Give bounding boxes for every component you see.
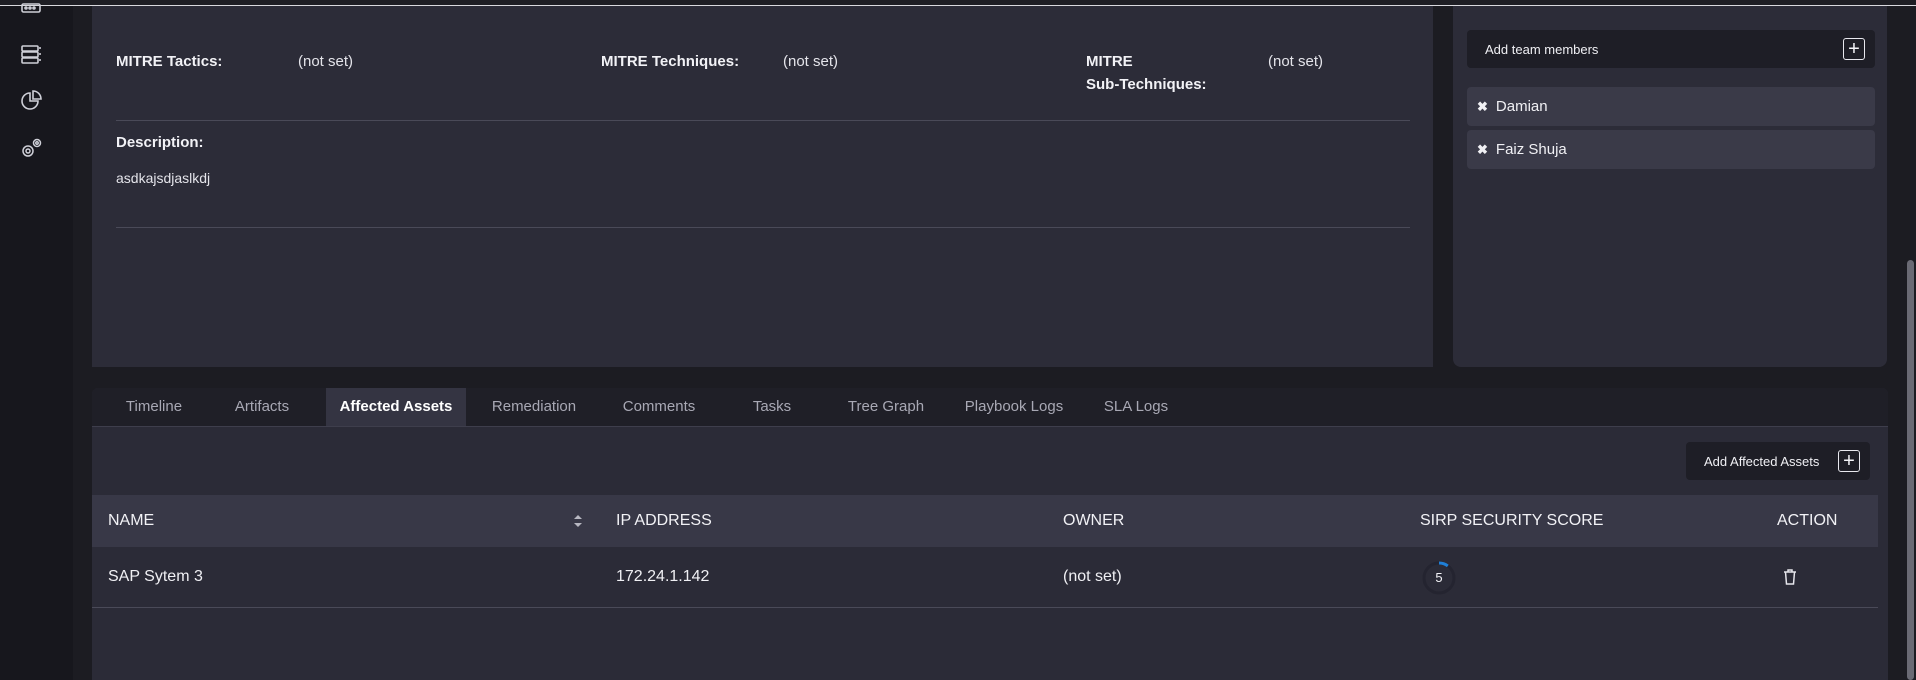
column-header-action: ACTION [1777, 512, 1838, 529]
add-team-members-button[interactable]: Add team members + [1467, 30, 1875, 68]
description-value: asdkajsdjaslkdj [116, 170, 211, 186]
tab-tree-graph[interactable]: Tree Graph [831, 388, 941, 426]
settings-gears-icon[interactable] [18, 136, 44, 162]
team-member-chip: ✖ Damian [1467, 87, 1875, 126]
add-affected-assets-label: Add Affected Assets [1704, 453, 1820, 469]
tab-remediation[interactable]: Remediation [473, 388, 595, 426]
tab-bar: Timeline Artifacts Affected Assets Remed… [92, 388, 1888, 427]
tab-playbook-logs[interactable]: Playbook Logs [949, 388, 1079, 426]
mitre-techniques-value: (not set) [783, 53, 839, 70]
asset-name[interactable]: SAP Sytem 3 [108, 547, 203, 607]
sort-icon[interactable] [573, 514, 583, 528]
mitre-sub-techniques-label-line2: Sub-Techniques: [1086, 76, 1207, 93]
description-label: Description: [116, 134, 204, 151]
remove-icon[interactable]: ✖ [1477, 99, 1488, 115]
tab-sla-logs[interactable]: SLA Logs [1091, 388, 1181, 426]
team-member-name: Damian [1495, 98, 1548, 115]
remove-icon[interactable]: ✖ [1477, 142, 1488, 158]
team-member-name: Faiz Shuja [1495, 141, 1567, 158]
scrollbar[interactable] [1907, 260, 1914, 680]
plus-icon[interactable]: + [1843, 38, 1865, 60]
divider [116, 120, 1410, 121]
team-members-panel: Add team members + ✖ Damian ✖ Faiz Shuja [1453, 6, 1887, 367]
server-icon[interactable] [18, 0, 44, 26]
add-team-members-label: Add team members [1485, 41, 1599, 57]
mitre-sub-techniques-label-line1: MITRE [1086, 53, 1133, 70]
database-list-icon[interactable] [18, 41, 44, 67]
top-bar [0, 0, 1916, 5]
column-header-ip-address: IP ADDRESS [616, 512, 712, 529]
mitre-sub-techniques-value: (not set) [1268, 53, 1324, 70]
affected-assets-section: Timeline Artifacts Affected Assets Remed… [92, 388, 1888, 680]
divider [116, 227, 1410, 228]
pie-chart-icon[interactable] [18, 88, 44, 114]
tab-timeline[interactable]: Timeline [106, 388, 202, 426]
asset-owner: (not set) [1063, 568, 1122, 585]
table-row[interactable]: SAP Sytem 3 172.24.1.142 (not set) 5 [92, 547, 1878, 608]
mitre-tactics-value: (not set) [298, 53, 354, 70]
tab-artifacts[interactable]: Artifacts [217, 388, 307, 426]
add-affected-assets-button[interactable]: Add Affected Assets + [1686, 442, 1870, 480]
plus-icon[interactable]: + [1838, 450, 1860, 472]
mitre-tactics-label: MITRE Tactics: [116, 53, 223, 70]
trash-icon[interactable] [1782, 568, 1798, 586]
table-header: NAME IP ADDRESS OWNER SIRP SECURITY SCOR… [92, 495, 1878, 547]
mitre-techniques-label: MITRE Techniques: [601, 53, 740, 70]
team-member-chip: ✖ Faiz Shuja [1467, 130, 1875, 169]
incident-info-panel: MITRE Tactics: (not set) MITRE Technique… [92, 6, 1433, 367]
asset-ip-address: 172.24.1.142 [616, 568, 710, 585]
sidebar [0, 3, 73, 680]
tab-affected-assets[interactable]: Affected Assets [326, 388, 466, 426]
tab-comments[interactable]: Comments [604, 388, 714, 426]
tab-tasks[interactable]: Tasks [732, 388, 812, 426]
column-header-security-score: SIRP SECURITY SCORE [1420, 512, 1604, 529]
security-score-value: 5 [1435, 570, 1443, 585]
column-header-name[interactable]: NAME [108, 495, 154, 547]
column-header-owner: OWNER [1063, 512, 1125, 529]
